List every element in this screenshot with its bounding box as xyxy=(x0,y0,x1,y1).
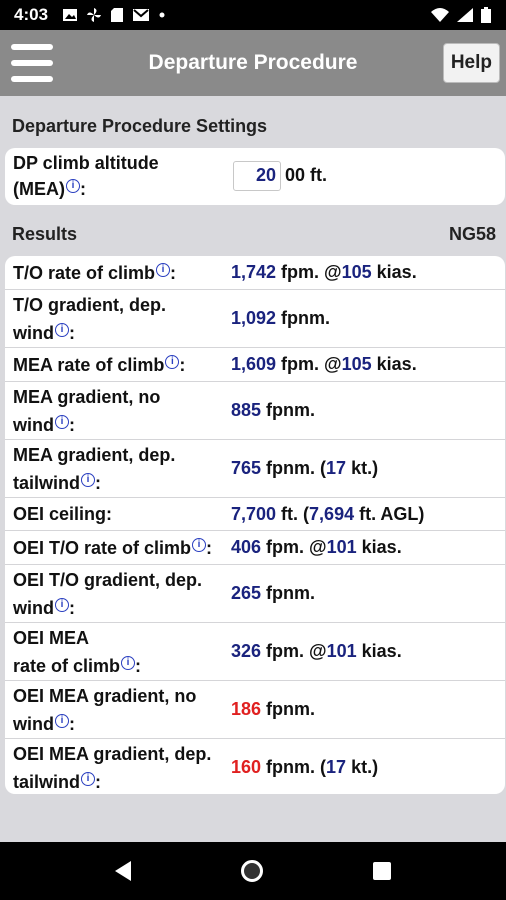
aircraft-id: NG58 xyxy=(448,224,496,244)
settings-card: DP climb altitude (MEA)i: 00 ft. xyxy=(5,148,505,205)
status-time: 4:03 xyxy=(14,5,49,24)
result-label: T/O gradient, dep. wind i: xyxy=(13,294,167,343)
info-icon[interactable]: i xyxy=(121,655,136,670)
result-row: OEI ceiling: 7,700 ft. (7,694 ft. AGL) xyxy=(5,498,505,531)
result-label: OEI MEA gradient, dep. tailwind i: xyxy=(13,743,212,792)
result-row: OEI MEA rate of climb i: 326 fpm. @101 kias… xyxy=(5,623,505,681)
result-label: OEI MEA rate of climb i: xyxy=(13,627,142,676)
result-row: MEA gradient, no wind i: 885 fpnm. xyxy=(5,382,505,440)
settings-heading: Departure Procedure Settings xyxy=(12,116,268,136)
info-icon[interactable]: i xyxy=(81,771,95,786)
altitude-suffix: 00 ft. xyxy=(285,165,328,185)
result-label: MEA gradient, no wind i: xyxy=(13,386,161,435)
info-icon[interactable]: i xyxy=(165,354,180,369)
dp-climb-altitude-label: DP climb altitude (MEA) i: xyxy=(13,152,159,199)
result-value: 765 fpnm. (17 kt.) xyxy=(231,458,379,478)
dp-climb-altitude-row: DP climb altitude (MEA)i: 00 ft. xyxy=(5,148,505,203)
results-card: T/O rate of climb i: 1,742 fpm. @105 kias.… xyxy=(5,256,505,794)
result-row: OEI T/O rate of climb i: 406 fpm. @101 kia… xyxy=(5,531,505,565)
wifi-icon xyxy=(431,8,449,22)
result-value: 160 fpnm. (17 kt.) xyxy=(231,757,379,777)
result-row: MEA gradient, dep. tailwind i: 765 fpnm. (1… xyxy=(5,440,505,498)
results-header: Results NG58 xyxy=(12,224,496,245)
altitude-input[interactable] xyxy=(233,160,281,191)
result-label: OEI ceiling: xyxy=(13,504,113,524)
mail-icon xyxy=(133,9,150,21)
status-right-icons xyxy=(430,6,492,24)
result-value: 326 fpm. @101 kias. xyxy=(231,641,402,661)
home-icon[interactable] xyxy=(241,860,263,882)
result-value: 1,742 fpm. @105 kias. xyxy=(231,262,417,282)
result-value: 186 fpnm. xyxy=(231,699,316,719)
navigation-bar xyxy=(0,842,506,900)
recents-icon[interactable] xyxy=(373,862,391,880)
back-icon[interactable] xyxy=(115,861,131,881)
result-row: OEI T/O gradient, dep. wind i: 265 fpnm. xyxy=(5,565,505,623)
status-icons xyxy=(62,7,166,23)
info-icon[interactable]: i xyxy=(156,262,171,277)
info-icon[interactable]: i xyxy=(55,322,69,337)
result-row: OEI MEA gradient, no wind i: 186 fpnm. xyxy=(5,681,505,739)
info-icon[interactable]: i xyxy=(81,472,95,487)
result-label: OEI T/O gradient, dep. wind i: xyxy=(13,569,203,618)
info-icon[interactable]: i xyxy=(55,713,69,728)
result-label: MEA gradient, dep. tailwind i: xyxy=(13,444,176,493)
menu-icon[interactable] xyxy=(11,44,53,82)
info-icon[interactable]: i xyxy=(66,178,80,193)
page-title: Departure Procedure xyxy=(148,51,358,74)
info-icon[interactable]: i xyxy=(192,537,207,552)
result-row: OEI MEA gradient, dep. tailwind i: 160 fpnm… xyxy=(5,739,505,794)
battery-icon xyxy=(481,7,491,23)
result-value: 7,700 ft. (7,694 ft. AGL) xyxy=(231,503,425,524)
result-value: 1,609 fpm. @105 kias. xyxy=(231,354,417,374)
app-bar: Departure Procedure Help xyxy=(0,30,506,96)
result-label: T/O rate of climb i: xyxy=(13,262,177,283)
result-value: 406 fpm. @101 kias. xyxy=(231,537,402,557)
result-value: 265 fpnm. xyxy=(231,583,316,603)
signal-icon xyxy=(457,8,473,22)
result-row: MEA rate of climb i: 1,609 fpm. @105 kias. xyxy=(5,348,505,382)
result-row: T/O rate of climb i: 1,742 fpm. @105 kias. xyxy=(5,256,505,290)
result-label: OEI MEA gradient, no wind i: xyxy=(13,685,197,734)
info-icon[interactable]: i xyxy=(55,597,69,612)
results-heading: Results xyxy=(12,224,78,244)
result-row: T/O gradient, dep. wind i: 1,092 fpnm. xyxy=(5,290,505,348)
result-label: OEI T/O rate of climb i: xyxy=(13,537,213,558)
dot-icon xyxy=(159,12,165,18)
help-button[interactable]: Help xyxy=(442,43,500,83)
result-value: 885 fpnm. xyxy=(231,400,316,420)
result-label: MEA rate of climb i: xyxy=(13,354,186,375)
result-value: 1,092 fpnm. xyxy=(231,308,331,328)
dp-climb-altitude-value: 00 ft. xyxy=(233,160,328,191)
photo-icon xyxy=(63,9,78,21)
info-icon[interactable]: i xyxy=(55,414,69,429)
fan-icon xyxy=(87,8,102,22)
sd-card-icon xyxy=(111,8,124,22)
status-bar: 4:03 xyxy=(0,0,506,30)
